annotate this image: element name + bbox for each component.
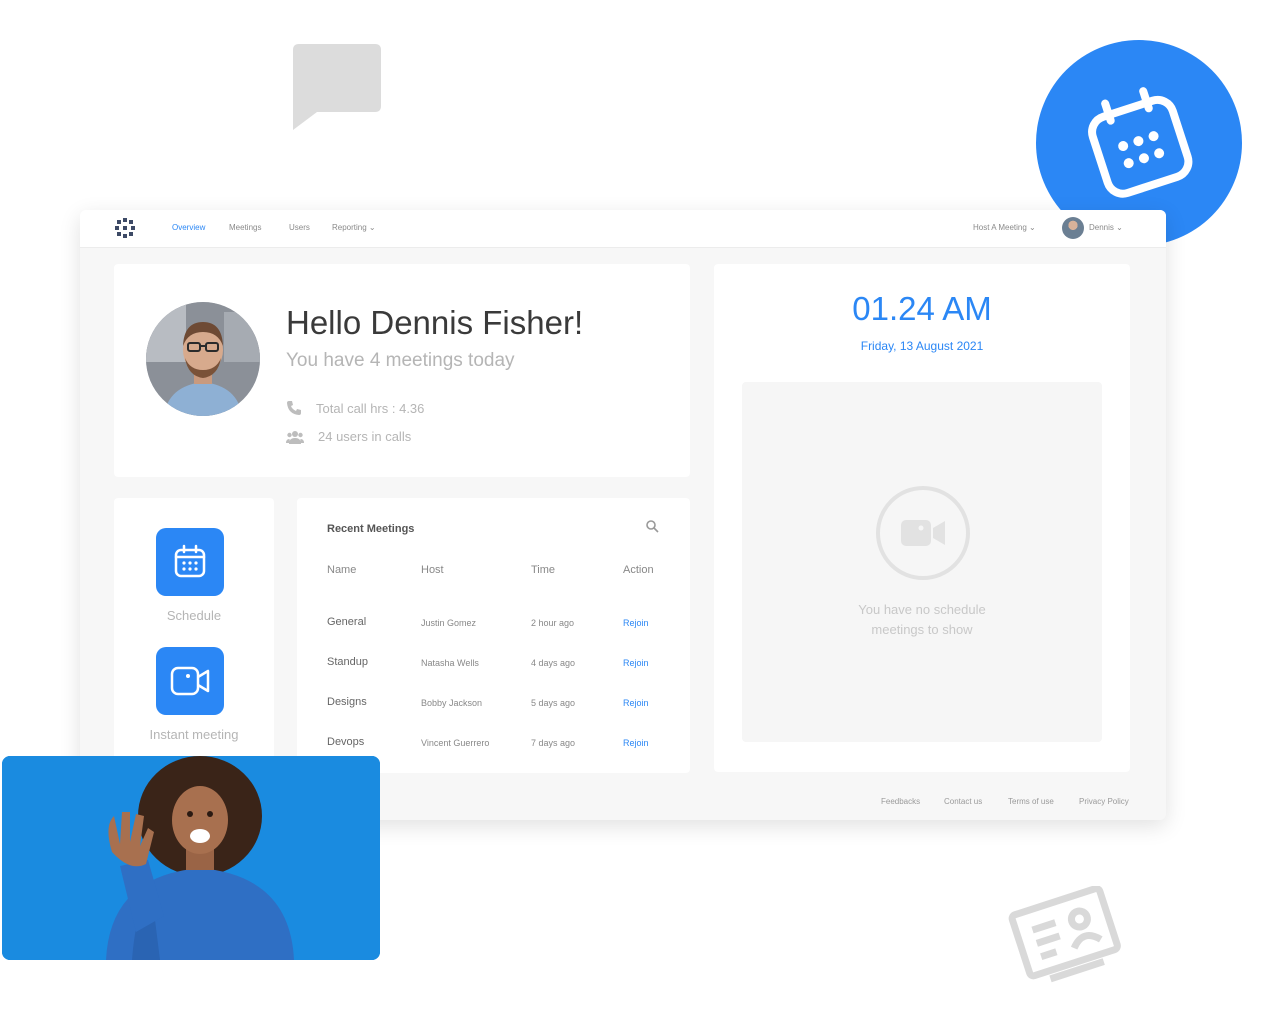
column-header-time: Time [531,564,556,576]
rejoin-link[interactable]: Rejoin [623,698,649,708]
users-in-calls-row: 24 users in calls [286,429,411,444]
chat-bubble-icon [293,44,381,130]
top-navbar: Overview Meetings Users Reporting ⌄ Host… [80,210,1166,248]
meeting-time: 2 hour ago [531,618,575,628]
instant-meeting-label[interactable]: Instant meeting [114,727,274,742]
meeting-name: Designs [327,696,367,708]
meeting-name: General [327,616,367,628]
meeting-host: Justin Gomez [421,618,477,628]
schedule-panel: You have no schedule meetings to show [742,382,1102,742]
user-avatar[interactable] [1062,217,1084,239]
rejoin-link[interactable]: Rejoin [623,738,649,748]
quick-actions-card: Schedule Instant meeting [114,498,274,778]
meeting-time: 7 days ago [531,738,576,748]
profile-card: Hello Dennis Fisher! You have 4 meetings… [114,264,690,477]
column-header-action: Action [623,564,654,576]
contact-card-icon [1008,886,1121,983]
no-schedule-line-2: meetings to show [871,622,973,637]
call-hours-text: Total call hrs : 4.36 [316,400,425,416]
phone-icon [287,401,301,415]
nav-overview[interactable]: Overview [172,223,205,232]
meeting-host: Bobby Jackson [421,698,483,708]
profile-avatar [146,302,260,416]
participant-video [2,756,380,960]
clock-card: 01.24 AM Friday, 13 August 2021 You have… [714,264,1130,772]
meeting-time: 4 days ago [531,658,576,668]
rejoin-link[interactable]: Rejoin [623,658,649,668]
meeting-name: Standup [327,656,368,668]
users-icon [286,430,304,444]
column-header-name: Name [327,564,357,576]
recent-meetings-card: Recent Meetings Name Host Time Action Ge… [297,498,690,773]
user-menu[interactable]: Dennis ⌄ [1089,223,1123,232]
call-hours-row: Total call hrs : 4.36 [286,400,424,416]
footer-privacy[interactable]: Privacy Policy [1079,797,1129,806]
instant-meeting-button[interactable] [156,647,224,715]
nav-meetings[interactable]: Meetings [229,223,261,232]
app-window: Overview Meetings Users Reporting ⌄ Host… [80,210,1166,820]
meeting-host: Vincent Guerrero [421,738,490,748]
video-camera-icon [901,520,945,546]
calendar-icon [1088,87,1193,198]
current-date: Friday, 13 August 2021 [860,339,984,353]
users-in-calls-text: 24 users in calls [318,429,412,444]
meeting-time: 5 days ago [531,698,576,708]
empty-state-ring [876,486,970,580]
recent-meetings-title: Recent Meetings [327,523,415,535]
schedule-label[interactable]: Schedule [114,608,274,623]
meeting-name: Devops [327,736,365,748]
host-meeting-menu[interactable]: Host A Meeting ⌄ [973,223,1036,232]
meetings-today-text: You have 4 meetings today [286,350,515,371]
video-tile[interactable] [2,756,380,960]
meeting-host: Natasha Wells [421,658,479,668]
calendar-icon [174,544,206,578]
no-schedule-message: You have no schedule meetings to show [802,600,1042,640]
footer-terms[interactable]: Terms of use [1008,797,1054,806]
footer-contact[interactable]: Contact us [944,797,982,806]
search-icon[interactable] [645,519,659,533]
rejoin-link[interactable]: Rejoin [623,618,649,628]
schedule-button[interactable] [156,528,224,596]
nav-reporting[interactable]: Reporting ⌄ [332,223,376,232]
logo-icon[interactable] [114,217,136,239]
no-schedule-line-1: You have no schedule [858,602,986,617]
footer-feedbacks[interactable]: Feedbacks [881,797,920,806]
greeting-heading: Hello Dennis Fisher! [286,304,584,341]
video-camera-icon [170,666,210,696]
nav-users[interactable]: Users [289,223,310,232]
current-time: 01.24 AM [852,290,992,327]
column-header-host: Host [421,564,444,576]
